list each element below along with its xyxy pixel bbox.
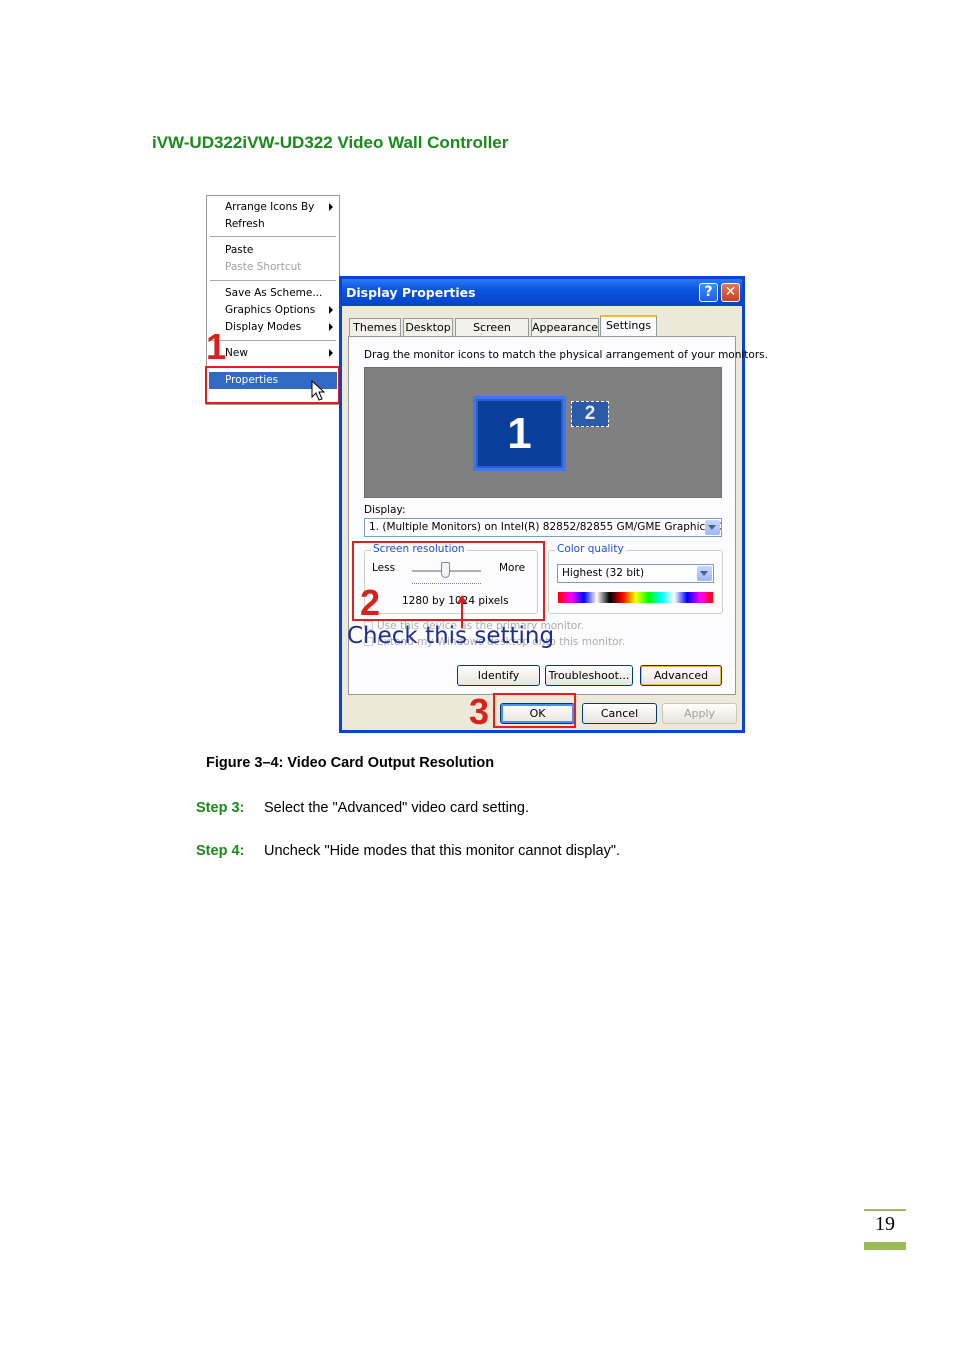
step-4-label: Step 4: [196,843,245,859]
cancel-button[interactable]: Cancel [582,703,657,724]
dialog-titlebar: Display Properties ? ✕ [342,279,742,306]
properties-highlight-box [205,366,340,404]
monitor-arrangement-area: 1 2 [364,367,722,498]
display-select[interactable]: 1. (Multiple Monitors) on Intel(R) 82852… [364,518,722,537]
submenu-arrow-icon [329,203,333,211]
submenu-arrow-icon [329,306,333,314]
color-quality-select[interactable]: Highest (32 bit) [557,564,714,583]
resolution-highlight-box [352,541,545,621]
callout-text: Check this setting [347,623,555,649]
menu-item-graphics-options[interactable]: Graphics Options [225,304,315,316]
display-select-value: 1. (Multiple Monitors) on Intel(R) 82852… [369,521,722,533]
dialog-title: Display Properties [346,285,476,300]
color-quality-title: Color quality [555,543,626,555]
menu-item-arrange-icons[interactable]: Arrange Icons By [225,201,314,213]
menu-separator [210,280,336,281]
figure-caption: Figure 3–4: Video Card Output Resolution [206,755,495,771]
help-button[interactable]: ? [699,283,718,302]
tab-themes[interactable]: Themes [349,318,401,336]
display-label: Display: [364,504,406,516]
menu-item-paste-shortcut: Paste Shortcut [225,261,302,273]
troubleshoot-button[interactable]: Troubleshoot... [545,665,633,686]
page-number-bar [864,1242,906,1250]
step-4-text: Uncheck "Hide modes that this monitor ca… [264,843,621,859]
display-properties-dialog: Display Properties ? ✕ Themes Desktop Sc… [339,276,768,733]
menu-separator [210,340,336,341]
submenu-arrow-icon [329,323,333,331]
monitor-1: 1 [478,401,561,466]
submenu-arrow-icon [329,349,333,357]
page-number-top-rule [864,1209,906,1211]
chevron-down-icon[interactable] [705,520,720,535]
menu-item-save-as-scheme[interactable]: Save As Scheme... [225,287,322,299]
annotation-step-3: 3 [469,691,490,732]
ok-highlight-box [493,693,576,728]
tab-appearance[interactable]: Appearance [531,318,599,336]
page-number: 19 [875,1213,895,1235]
monitor-1-frame[interactable]: 1 [473,396,566,471]
step-3-label: Step 3: [196,800,245,816]
close-button[interactable]: ✕ [721,283,740,302]
menu-item-display-modes[interactable]: Display Modes [225,321,301,333]
menu-item-refresh[interactable]: Refresh [225,218,265,230]
instruction-text: Drag the monitor icons to match the phys… [364,349,768,361]
tab-screen-saver[interactable]: Screen Saver [455,318,529,352]
tab-settings[interactable]: Settings [600,315,657,336]
color-quality-value: Highest (32 bit) [562,567,645,579]
menu-item-paste[interactable]: Paste [225,244,253,256]
advanced-button[interactable]: Advanced [640,665,722,686]
menu-separator [210,236,336,237]
chevron-down-icon[interactable] [697,566,712,581]
document-heading: iVW-UD322iVW-UD322 Video Wall Controller [152,133,509,152]
identify-button[interactable]: Identify [457,665,540,686]
menu-item-new[interactable]: New [225,347,248,359]
monitor-2[interactable]: 2 [571,401,609,427]
apply-button: Apply [662,703,737,724]
step-3-text: Select the "Advanced" video card setting… [264,800,530,816]
tab-desktop[interactable]: Desktop [403,318,453,336]
annotation-step-1: 1 [206,326,227,367]
color-spectrum-bar [558,592,713,603]
annotation-step-2: 2 [360,582,381,623]
